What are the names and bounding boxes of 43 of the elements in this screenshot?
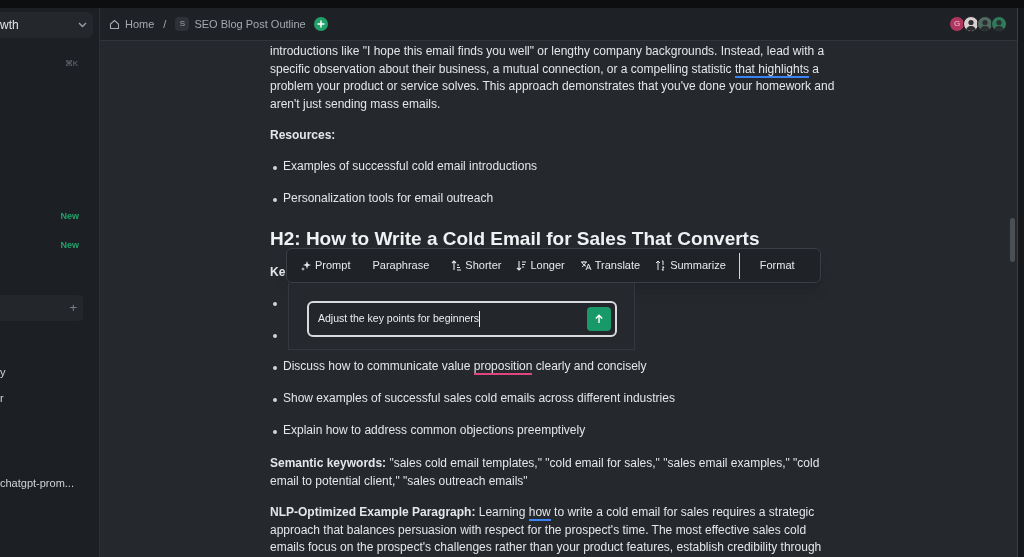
chevron-down-icon — [78, 22, 87, 28]
paragraph: Semantic keywords: "sales cold email templates," "cold email for sales," "sales email examples," "cold email to potential client," "sales outreach emails" — [270, 455, 821, 490]
avatar: G — [949, 16, 965, 32]
breadcrumb-separator: / — [163, 16, 167, 32]
sparkle-icon — [301, 260, 312, 271]
list-item: Personalization tools for email outreach — [283, 189, 494, 207]
list-item: Examples of successful cold email introductions — [283, 157, 538, 175]
sort-numeric-icon — [655, 260, 668, 271]
list-item: Show examples of successful sales cold emails across different industries — [283, 390, 675, 407]
toolbar-button[interactable]: Prompt — [295, 252, 357, 279]
sidebar-item[interactable]: chatgpt-prom... — [0, 474, 74, 492]
breadcrumb-link[interactable]: SEO Blog Post Outline — [194, 15, 306, 33]
paragraph: Ke — [270, 263, 286, 281]
new-label: New — [60, 239, 79, 253]
paragraph: Resources: — [270, 127, 336, 144]
workspace-switcher[interactable]: wth — [0, 12, 93, 38]
prompt-input[interactable]: Adjust the key points for beginners — [307, 301, 617, 337]
sidebar-item[interactable]: y — [0, 363, 6, 381]
translate-icon — [579, 260, 592, 271]
arrow-up-icon — [594, 314, 604, 324]
add-button[interactable]: + — [69, 298, 77, 318]
new-label: New — [60, 210, 79, 224]
toolbar-button[interactable]: Shorter — [445, 252, 508, 279]
toolbar-button[interactable]: Longer — [510, 252, 571, 279]
sort-icon — [451, 260, 463, 271]
page-icon: S — [175, 17, 190, 31]
sidebar-item[interactable]: r — [0, 389, 4, 407]
breadcrumb-link[interactable]: Home — [125, 15, 155, 33]
send-button[interactable] — [587, 307, 611, 331]
sort-icon — [516, 260, 528, 271]
add-icon[interactable] — [313, 17, 328, 31]
scrollbar-thumb[interactable] — [1010, 218, 1015, 262]
paragraph: NLP-Optimized Example Paragraph: Learning how to write a cold email for sales requires a strategic approach that balances persuasion with respect for the prospect's time. The most effective sales cold emails focus on the prospect's challenges rather than your product features, establish credibility through — [270, 504, 823, 556]
toolbar-button[interactable]: Format — [752, 252, 802, 279]
toolbar-button[interactable]: Translate — [573, 252, 647, 279]
list-item: Discuss how to communicate value proposition clearly and concisely — [283, 358, 647, 376]
list-item: Explain how to address common objections preemptively — [283, 422, 586, 439]
toolbar-button[interactable]: Summarize — [649, 252, 732, 279]
toolbar-button[interactable]: Paraphrase — [365, 252, 437, 279]
home-icon — [109, 18, 120, 30]
paragraph: introductions like "I hope this email finds you well" or lengthy company backgrounds. Instead, lead with a specific observation about their business, a mutual connection, or a compelling statistic that highlights a problem your product or service solves. This approach demonstrates that you've done your homework and aren't just sending mass emails. — [270, 43, 836, 113]
shortcut-hint: ⌘K — [64, 58, 78, 70]
section-heading: H2: How to Write a Cold Email for Sales That Converts — [270, 226, 761, 251]
